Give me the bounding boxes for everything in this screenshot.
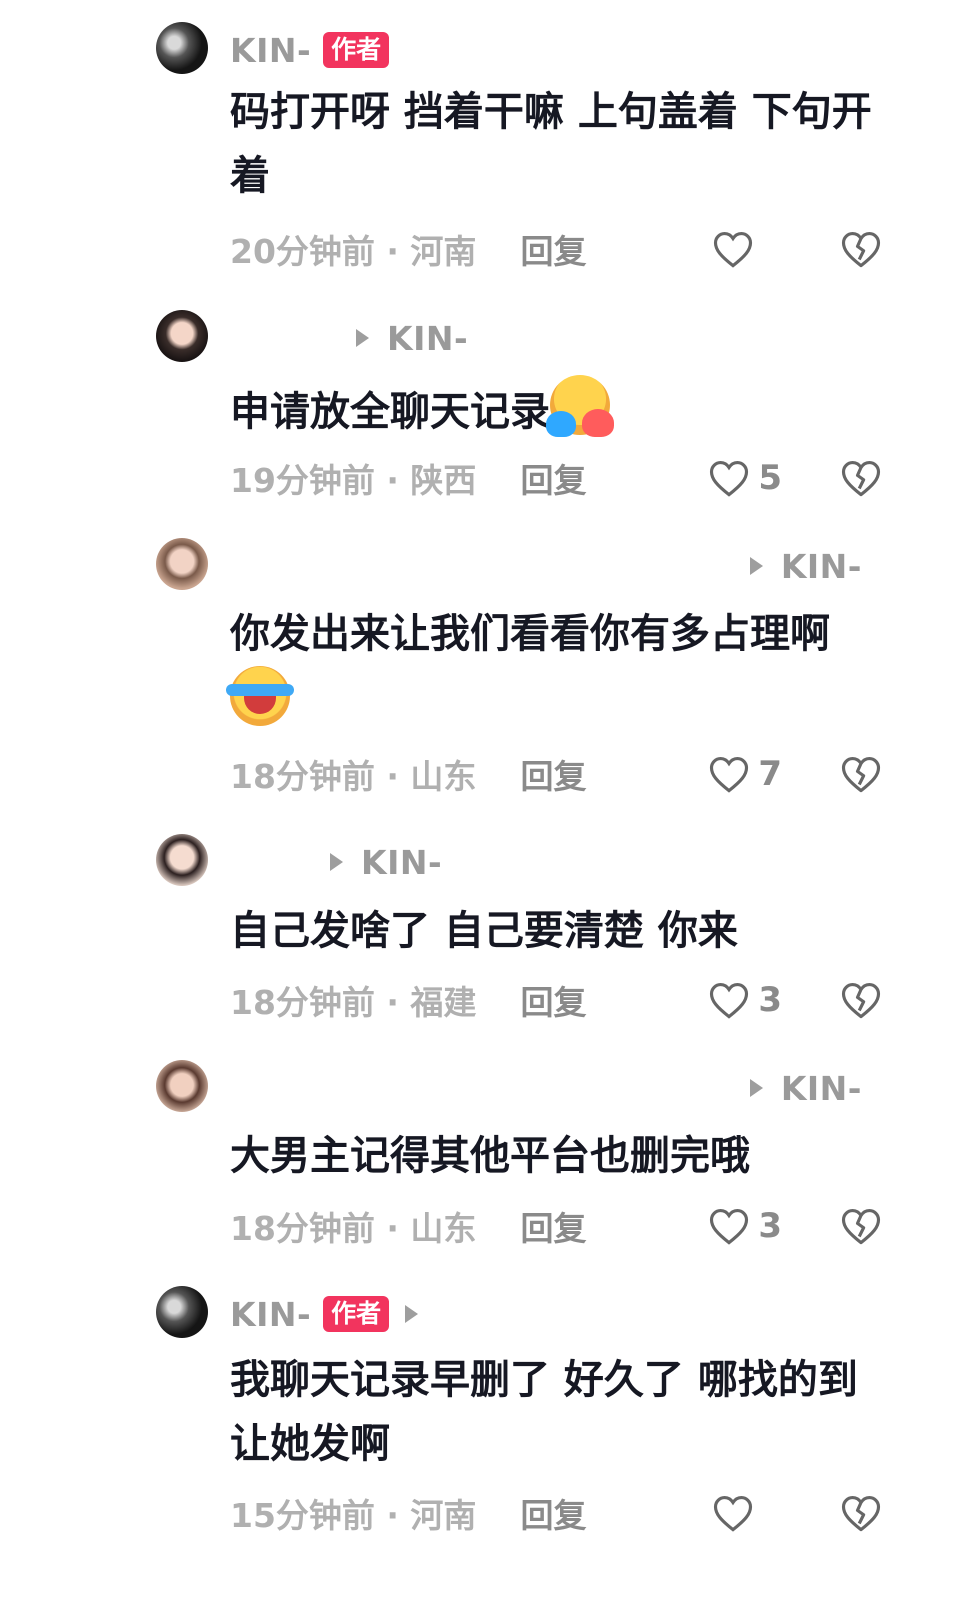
- timestamp-location: 18分钟前 · 山东: [230, 757, 477, 796]
- comment-meta: 18分钟前 · 山东 回复 7: [230, 752, 890, 796]
- timestamp-location: 20分钟前 · 河南: [230, 232, 477, 271]
- like-button[interactable]: 3: [708, 978, 782, 1022]
- comment-header: KIN-: [330, 842, 442, 882]
- reply-button[interactable]: 回复: [520, 1202, 586, 1250]
- heart-outline-icon: [710, 983, 749, 1019]
- loudly-crying-face-emoji: [226, 666, 294, 726]
- comment-text: 码打开呀 挡着干嘛 上句盖着 下句开着: [230, 89, 872, 199]
- smiling-face-with-open-hands-emoji: [546, 375, 614, 437]
- author-badge: 作者: [323, 1296, 390, 1332]
- like-count: 7: [758, 754, 782, 794]
- timestamp-location: 18分钟前 · 山东: [230, 1209, 477, 1248]
- comment-header: KIN-: [749, 1068, 862, 1108]
- avatar[interactable]: [156, 1286, 208, 1338]
- play-arrow-icon: [749, 557, 763, 575]
- broken-heart-icon[interactable]: [840, 1493, 882, 1533]
- broken-heart-icon[interactable]: [840, 980, 882, 1020]
- heart-outline-icon: [713, 1496, 753, 1532]
- timestamp-location: 19分钟前 · 陕西: [230, 461, 477, 500]
- like-count: 3: [758, 980, 782, 1020]
- play-arrow-icon: [749, 1079, 763, 1097]
- broken-heart-icon[interactable]: [840, 754, 882, 794]
- reply-button[interactable]: 回复: [520, 976, 586, 1024]
- like-button[interactable]: [712, 1491, 782, 1535]
- avatar[interactable]: [156, 538, 208, 590]
- comment-header: KIN- 作者: [230, 1294, 419, 1334]
- like-button[interactable]: 3: [708, 1204, 782, 1248]
- comment-meta: 18分钟前 · 福建 回复 3: [230, 978, 890, 1022]
- comment-text: 大男主记得其他平台也删完哦: [230, 1133, 750, 1179]
- reply-button[interactable]: 回复: [520, 225, 586, 273]
- like-count: 3: [758, 1206, 782, 1246]
- like-count: 5: [758, 458, 782, 498]
- broken-heart-icon[interactable]: [840, 229, 882, 269]
- avatar[interactable]: [156, 22, 208, 74]
- like-button[interactable]: 7: [708, 752, 782, 796]
- author-badge: 作者: [323, 32, 390, 68]
- play-arrow-icon: [330, 853, 343, 871]
- username[interactable]: KIN-: [230, 31, 311, 70]
- like-button[interactable]: [712, 227, 782, 271]
- comment-header: KIN- 作者: [230, 30, 390, 70]
- comment-text-body: 申请放全聊天记录: [230, 389, 550, 435]
- avatar[interactable]: [156, 310, 208, 362]
- reply-to-username[interactable]: KIN-: [781, 1069, 862, 1108]
- heart-outline-icon: [713, 232, 753, 268]
- reply-to-username[interactable]: KIN-: [387, 319, 468, 358]
- comment-header: KIN-: [749, 546, 862, 586]
- heart-outline-icon: [710, 461, 749, 497]
- comment-text: 自己发啥了 自己要清楚 你来: [230, 908, 738, 954]
- broken-heart-icon[interactable]: [840, 1206, 882, 1246]
- reply-button[interactable]: 回复: [520, 1489, 586, 1537]
- comment-text: 我聊天记录早删了 好久了 哪找的到让她发啊: [230, 1357, 858, 1467]
- comment-header: KIN-: [356, 318, 468, 358]
- comment-meta: 20分钟前 · 河南 回复: [230, 227, 890, 271]
- broken-heart-icon[interactable]: [840, 458, 882, 498]
- comment-text: 申请放全聊天记录: [230, 375, 890, 444]
- username[interactable]: KIN-: [230, 1295, 311, 1334]
- reply-button[interactable]: 回复: [520, 454, 586, 502]
- comment-meta: 19分钟前 · 陕西 回复 5: [230, 456, 890, 500]
- heart-outline-icon: [710, 1209, 749, 1245]
- comment-meta: 15分钟前 · 河南 回复: [230, 1491, 890, 1535]
- reply-button[interactable]: 回复: [520, 750, 586, 798]
- play-arrow-icon: [405, 1305, 419, 1323]
- avatar[interactable]: [156, 834, 208, 886]
- reply-to-username[interactable]: KIN-: [781, 547, 862, 586]
- reply-to-username[interactable]: KIN-: [361, 843, 442, 882]
- timestamp-location: 18分钟前 · 福建: [230, 983, 477, 1022]
- play-arrow-icon: [356, 329, 369, 347]
- comment-meta: 18分钟前 · 山东 回复 3: [230, 1204, 890, 1248]
- heart-outline-icon: [710, 757, 749, 793]
- timestamp-location: 15分钟前 · 河南: [230, 1496, 477, 1535]
- comment-text: 你发出来让我们看看你有多占理啊: [226, 602, 890, 735]
- like-button[interactable]: 5: [708, 456, 782, 500]
- avatar[interactable]: [156, 1060, 208, 1112]
- comment-text-body: 你发出来让我们看看你有多占理啊: [230, 611, 830, 657]
